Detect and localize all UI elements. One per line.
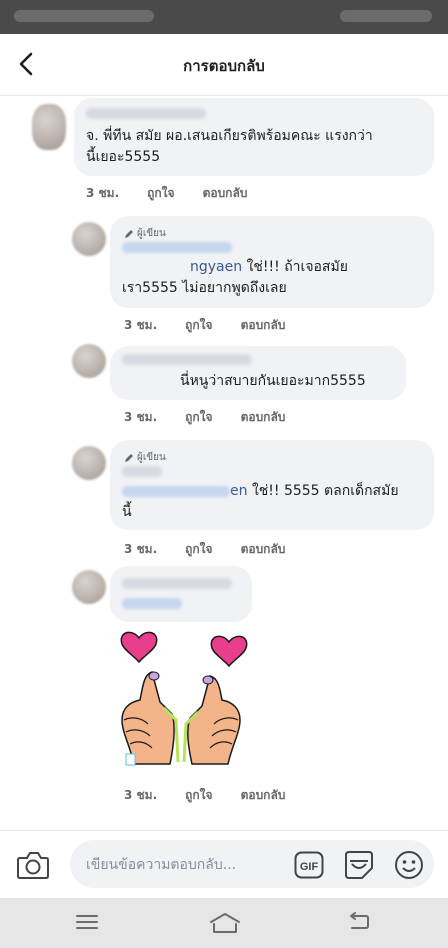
comment-line: นี่หนูว่าสบายกันเยอะมาก5555 (180, 373, 366, 389)
comment-bubble[interactable]: นี่หนูว่าสบายกันเยอะมาก5555 (110, 346, 406, 400)
comment-actions: 3 ชม. ถูกใจ ตอบกลับ (124, 540, 285, 559)
reply-input[interactable]: เขียนข้อความตอบกลับ... (70, 840, 434, 888)
avatar[interactable] (72, 446, 106, 480)
reply-input-placeholder: เขียนข้อความตอบกลับ... (86, 857, 237, 873)
comment-time: 3 ชม. (124, 318, 158, 332)
comment-text-line2: เรา5555 ไม่อยากพูดถึงเลย (122, 280, 287, 296)
mention-link[interactable]: ngyaen (190, 259, 242, 275)
pencil-icon (125, 229, 133, 238)
gif-icon: GIF (294, 851, 324, 879)
reply-button[interactable]: ตอบกลับ (203, 184, 248, 203)
author-tag-label: ผู้เขียน (137, 452, 166, 463)
reply-button[interactable]: ตอบกลับ (241, 786, 286, 805)
like-button[interactable]: ถูกใจ (185, 408, 212, 427)
mention-blur (122, 485, 230, 497)
comment-time: 3 ชม. (124, 410, 158, 424)
comment-bubble[interactable]: ผู้เขียน ngyaen ใช่!!! ถ้าเจอสมัย เรา555… (110, 216, 434, 308)
gif-button[interactable]: GIF (294, 851, 324, 879)
comment-line: ใช่!!! ถ้าเจอสมัย (242, 259, 348, 275)
sticker-icon (345, 851, 373, 879)
comment-text-line2: นี้ (122, 504, 132, 520)
avatar[interactable] (72, 222, 106, 256)
commenter-name[interactable] (122, 578, 232, 589)
emoji-button[interactable] (394, 850, 424, 880)
camera-button[interactable] (16, 849, 50, 881)
smiley-icon (395, 851, 423, 879)
reply-button[interactable]: ตอบกลับ (241, 540, 286, 559)
comment-text: ngyaen ใช่!!! ถ้าเจอสมัย (122, 257, 348, 278)
like-button[interactable]: ถูกใจ (185, 786, 212, 805)
comment-time: 3 ชม. (124, 542, 158, 556)
reply-button[interactable]: ตอบกลับ (241, 408, 286, 427)
name-prefix: จ. (86, 128, 99, 144)
comment-actions: 3 ชม. ถูกใจ ตอบกลับ (124, 316, 285, 335)
comment-line: ใช่!! 5555 ตลกเด็กสมัย (247, 483, 399, 499)
camera-icon (17, 852, 49, 879)
heart-hands-icon (120, 631, 248, 766)
replies-sheet: การตอบกลับ จ. พี่ทีน สมัย ผอ.เสนอเกียรติ… (0, 34, 448, 898)
status-bar (0, 0, 448, 34)
back-arrow-icon (350, 912, 369, 929)
home-button[interactable] (208, 910, 242, 936)
comment-time: 3 ชม. (124, 788, 158, 802)
comment-bubble[interactable]: ผู้เขียน en ใช่!! 5555 ตลกเด็กสมัย นี้ (110, 440, 434, 530)
avatar[interactable] (72, 570, 106, 604)
comment-bubble[interactable] (110, 566, 252, 622)
comment-text: จ. พี่ทีน สมัย ผอ.เสนอเกียรติพร้อมคณะ แร… (86, 126, 373, 147)
header: การตอบกลับ (0, 34, 448, 96)
author-tag: ผู้เขียน (124, 450, 166, 465)
back-nav-button[interactable] (346, 910, 376, 936)
commenter-name[interactable] (122, 466, 162, 477)
author-tag: ผู้เขียน (124, 226, 166, 241)
status-left-blur (14, 10, 154, 22)
mention-link[interactable]: en (230, 483, 248, 499)
comment-bubble[interactable]: จ. พี่ทีน สมัย ผอ.เสนอเกียรติพร้อมคณะ แร… (74, 98, 434, 176)
commenter-name[interactable] (122, 242, 232, 253)
status-right-blur (340, 10, 432, 22)
system-nav-bar (0, 898, 448, 948)
sticker-button[interactable] (344, 850, 374, 880)
home-icon (210, 913, 240, 933)
mention-blur (122, 598, 182, 609)
comment-time: 3 ชม. (86, 186, 120, 200)
heart-hands-sticker[interactable] (114, 628, 256, 772)
avatar[interactable] (32, 104, 66, 150)
menu-button[interactable] (74, 910, 104, 936)
author-tag-label: ผู้เขียน (137, 228, 166, 239)
reply-button[interactable]: ตอบกลับ (241, 316, 286, 335)
avatar[interactable] (72, 344, 106, 378)
commenter-name[interactable] (122, 354, 252, 365)
compose-bar: เขียนข้อความตอบกลับ... GIF (0, 830, 448, 898)
comment-text: นี่หนูว่าสบายกันเยอะมาก5555 (122, 371, 366, 392)
page-title: การตอบกลับ (183, 57, 265, 75)
like-button[interactable]: ถูกใจ (147, 184, 174, 203)
pencil-icon (125, 453, 133, 462)
gif-label: GIF (300, 861, 319, 873)
comment-text: en ใช่!! 5555 ตลกเด็กสมัย (122, 481, 399, 502)
menu-icon (76, 915, 98, 929)
comment-actions: 3 ชม. ถูกใจ ตอบกลับ (124, 408, 285, 427)
comment-actions: 3 ชม. ถูกใจ ตอบกลับ (86, 184, 247, 203)
comment-text-line2: นี้เยอะ5555 (86, 149, 161, 165)
like-button[interactable]: ถูกใจ (185, 316, 212, 335)
like-button[interactable]: ถูกใจ (185, 540, 212, 559)
commenter-name[interactable] (86, 108, 206, 119)
comment-line: พี่ทีน สมัย ผอ.เสนอเกียรติพร้อมคณะ แรงกว… (103, 128, 373, 144)
comment-actions: 3 ชม. ถูกใจ ตอบกลับ (124, 786, 285, 805)
